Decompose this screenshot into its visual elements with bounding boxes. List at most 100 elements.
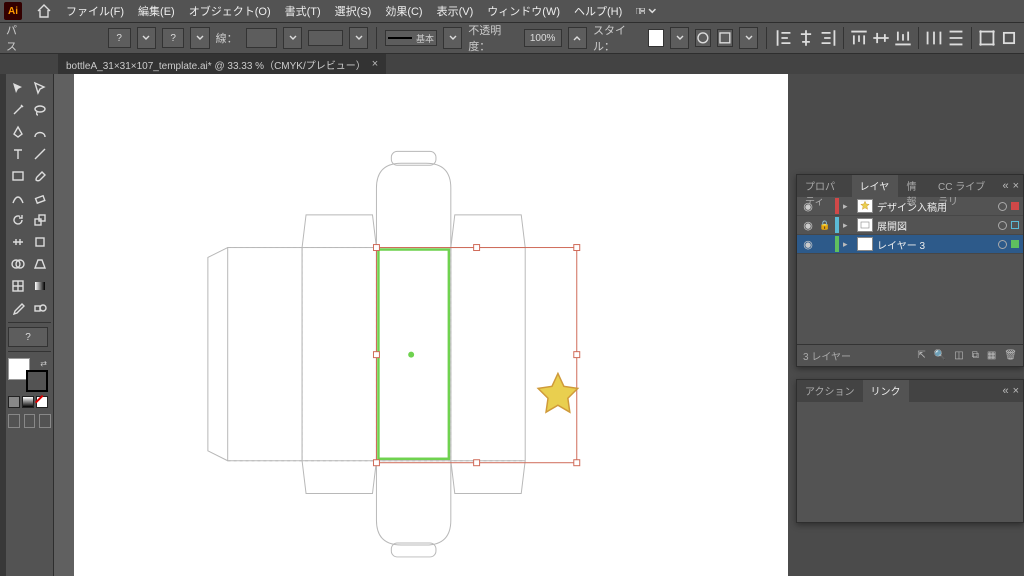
rectangle-tool-icon[interactable] <box>8 166 28 186</box>
new-layer-icon[interactable]: ▦ <box>987 350 996 361</box>
eyedropper-tool-icon[interactable] <box>8 298 28 318</box>
width-tool-icon[interactable] <box>8 232 28 252</box>
tab-actions[interactable]: アクション <box>797 380 863 402</box>
brush-definition[interactable]: 基本 <box>385 30 437 46</box>
star-object[interactable] <box>538 373 578 412</box>
target-icon[interactable] <box>998 221 1007 230</box>
layer-row[interactable]: ◉ ▸ レイヤー 3 <box>797 235 1023 254</box>
expand-layer-icon[interactable]: ▸ <box>843 201 853 212</box>
locate-object-icon[interactable]: ⇱ <box>917 350 925 361</box>
delete-layer-icon[interactable]: 🗑 <box>1004 350 1017 361</box>
layer-name[interactable]: 展開図 <box>877 218 994 233</box>
menu-window[interactable]: ウィンドウ(W) <box>487 3 560 19</box>
style-menu-icon[interactable] <box>670 27 689 49</box>
direct-selection-tool-icon[interactable] <box>30 78 50 98</box>
brush-menu-icon[interactable] <box>443 27 462 49</box>
menu-object[interactable]: オブジェクト(O) <box>189 3 271 19</box>
new-sublayer-icon[interactable]: ⧉ <box>972 350 979 361</box>
menu-help[interactable]: ヘルプ(H) <box>574 3 622 19</box>
draw-behind-icon[interactable] <box>24 414 36 428</box>
canvas[interactable] <box>54 74 788 576</box>
expand-layer-icon[interactable]: ▸ <box>843 239 853 250</box>
edit-toolbar-icon[interactable]: ? <box>8 327 48 347</box>
visibility-toggle-icon[interactable]: ◉ <box>801 219 815 232</box>
distribute-h-icon[interactable] <box>925 29 943 47</box>
search-layers-icon[interactable]: 🔍 <box>934 350 946 361</box>
align-to-icon[interactable] <box>717 29 733 47</box>
distribute-v-icon[interactable] <box>947 29 965 47</box>
fill-menu-icon[interactable] <box>137 27 156 49</box>
opacity-input[interactable]: 100% <box>524 29 562 47</box>
gradient-tool-icon[interactable] <box>30 276 50 296</box>
lock-toggle-icon[interactable]: 🔒 <box>819 220 831 231</box>
selection-tool-icon[interactable] <box>8 78 28 98</box>
stroke-menu-icon[interactable] <box>190 27 209 49</box>
tab-properties[interactable]: プロパティ <box>797 175 852 197</box>
isolate-icon[interactable] <box>1000 29 1018 47</box>
align-bottom-icon[interactable] <box>894 29 912 47</box>
align-vcenter-icon[interactable] <box>872 29 890 47</box>
tab-layers[interactable]: レイヤー <box>852 175 899 197</box>
magic-wand-tool-icon[interactable] <box>8 100 28 120</box>
panel-close-icon[interactable]: × <box>1013 180 1019 192</box>
tab-links[interactable]: リンク <box>863 380 909 402</box>
transform-icon[interactable] <box>978 29 996 47</box>
fill-stroke-control[interactable]: ⇄ <box>8 358 48 392</box>
draw-normal-icon[interactable] <box>8 414 20 428</box>
draw-inside-icon[interactable] <box>39 414 51 428</box>
panel-close-icon[interactable]: × <box>1013 385 1019 397</box>
align-left-icon[interactable] <box>775 29 793 47</box>
recolor-icon[interactable] <box>695 29 711 47</box>
shape-builder-tool-icon[interactable] <box>8 254 28 274</box>
eraser-tool-icon[interactable] <box>30 188 50 208</box>
panel-collapse-icon[interactable]: « <box>1002 180 1008 192</box>
blend-tool-icon[interactable] <box>30 298 50 318</box>
line-tool-icon[interactable] <box>30 144 50 164</box>
expand-layer-icon[interactable]: ▸ <box>843 220 853 231</box>
curvature-tool-icon[interactable] <box>30 122 50 142</box>
graphic-style-swatch[interactable] <box>648 29 664 47</box>
close-tab-icon[interactable]: × <box>372 58 378 70</box>
align-hcenter-icon[interactable] <box>797 29 815 47</box>
menu-type[interactable]: 書式(T) <box>285 3 321 19</box>
visibility-toggle-icon[interactable]: ◉ <box>801 238 815 251</box>
layer-name[interactable]: デザイン入稿用 <box>877 199 994 214</box>
align-right-icon[interactable] <box>819 29 837 47</box>
workspace-switcher-icon[interactable] <box>636 3 656 19</box>
align-to-menu[interactable] <box>739 27 758 49</box>
tab-cc-libraries[interactable]: CC ライブラリ <box>930 175 998 197</box>
home-icon[interactable] <box>36 3 52 19</box>
gradient-mode-icon[interactable] <box>22 396 34 408</box>
target-icon[interactable] <box>998 202 1007 211</box>
fill-dropdown[interactable]: ? <box>108 28 131 48</box>
lasso-tool-icon[interactable] <box>30 100 50 120</box>
shaper-tool-icon[interactable] <box>8 188 28 208</box>
tab-info[interactable]: 情報 <box>898 175 930 197</box>
opacity-menu-icon[interactable] <box>568 27 587 49</box>
align-top-icon[interactable] <box>850 29 868 47</box>
menu-select[interactable]: 選択(S) <box>335 3 372 19</box>
scale-tool-icon[interactable] <box>30 210 50 230</box>
layer-name[interactable]: レイヤー 3 <box>877 237 994 252</box>
stroke-weight-stepper[interactable] <box>283 27 302 49</box>
stroke-dropdown[interactable]: ? <box>162 28 185 48</box>
rotate-tool-icon[interactable] <box>8 210 28 230</box>
menu-file[interactable]: ファイル(F) <box>66 3 124 19</box>
pen-tool-icon[interactable] <box>8 122 28 142</box>
menu-view[interactable]: 表示(V) <box>437 3 474 19</box>
perspective-tool-icon[interactable] <box>30 254 50 274</box>
variable-width-profile[interactable] <box>308 30 343 46</box>
menu-effect[interactable]: 効果(C) <box>385 3 422 19</box>
free-transform-tool-icon[interactable] <box>30 232 50 252</box>
panel-collapse-icon[interactable]: « <box>1002 385 1008 397</box>
document-tab[interactable]: bottleA_31×31×107_template.ai* @ 33.33 %… <box>58 54 386 74</box>
type-tool-icon[interactable] <box>8 144 28 164</box>
layer-row[interactable]: ◉ 🔒 ▸ 展開図 <box>797 216 1023 235</box>
paintbrush-tool-icon[interactable] <box>30 166 50 186</box>
color-mode-icon[interactable] <box>8 396 20 408</box>
menu-edit[interactable]: 編集(E) <box>138 3 175 19</box>
none-mode-icon[interactable] <box>36 396 48 408</box>
swap-fill-stroke-icon[interactable]: ⇄ <box>40 359 47 368</box>
mesh-tool-icon[interactable] <box>8 276 28 296</box>
stroke-weight-input[interactable] <box>246 28 277 48</box>
